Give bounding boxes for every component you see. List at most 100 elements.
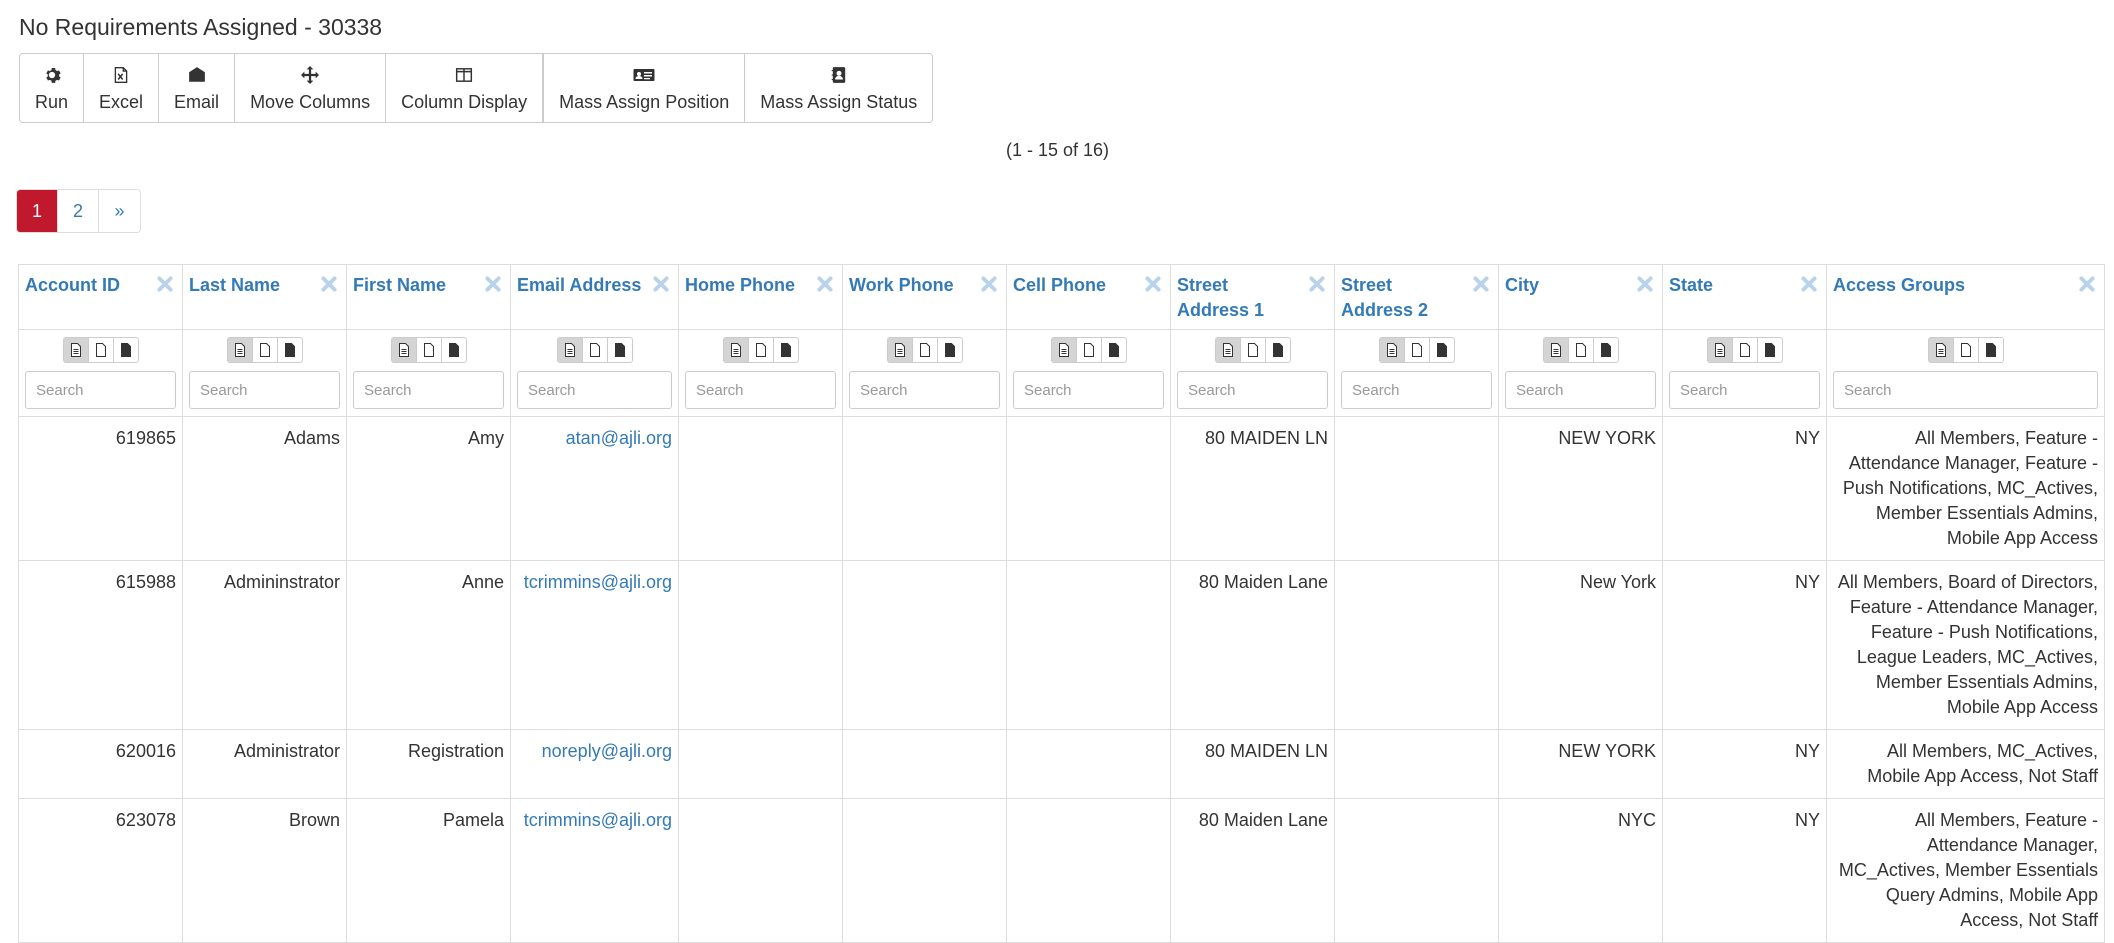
doc-filled-icon[interactable]: [1592, 337, 1619, 363]
column-header-email-address[interactable]: Email Address: [510, 264, 679, 330]
excel-button[interactable]: Excel: [84, 54, 160, 122]
search-input-access-groups[interactable]: [1833, 371, 2098, 409]
columns-icon: [455, 64, 473, 86]
doc-filled-icon[interactable]: [112, 337, 139, 363]
doc-lines-icon[interactable]: [556, 337, 583, 363]
doc-lines-icon[interactable]: [1542, 337, 1569, 363]
column-header-label[interactable]: State: [1669, 273, 1820, 298]
remove-column-icon[interactable]: [980, 275, 998, 293]
column-header-label[interactable]: Home Phone: [685, 273, 836, 298]
doc-filled-icon[interactable]: [606, 337, 633, 363]
doc-outline-icon[interactable]: [581, 337, 608, 363]
column-header-label[interactable]: Last Name: [189, 273, 340, 298]
column-header-work-phone[interactable]: Work Phone: [842, 264, 1007, 330]
doc-lines-icon[interactable]: [1214, 337, 1241, 363]
column-header-first-name[interactable]: First Name: [346, 264, 511, 330]
doc-filled-icon[interactable]: [936, 337, 963, 363]
remove-column-icon[interactable]: [1636, 275, 1654, 293]
doc-outline-icon[interactable]: [1952, 337, 1979, 363]
remove-column-icon[interactable]: [1800, 275, 1818, 293]
remove-column-icon[interactable]: [652, 275, 670, 293]
doc-filled-icon[interactable]: [276, 337, 303, 363]
column-header-label[interactable]: Work Phone: [849, 273, 1000, 298]
doc-filled-icon[interactable]: [1100, 337, 1127, 363]
search-input-email-address[interactable]: [517, 371, 672, 409]
doc-outline-icon[interactable]: [747, 337, 774, 363]
doc-lines-icon[interactable]: [1050, 337, 1077, 363]
doc-outline-icon[interactable]: [1731, 337, 1758, 363]
column-header-home-phone[interactable]: Home Phone: [678, 264, 843, 330]
doc-filled-icon[interactable]: [1756, 337, 1783, 363]
doc-filled-icon[interactable]: [1264, 337, 1291, 363]
doc-lines-icon[interactable]: [1706, 337, 1733, 363]
doc-lines-icon[interactable]: [722, 337, 749, 363]
column-header-label[interactable]: Street Address 1: [1177, 273, 1328, 323]
search-input-last-name[interactable]: [189, 371, 340, 409]
doc-lines-icon[interactable]: [1378, 337, 1405, 363]
remove-column-icon[interactable]: [2078, 275, 2096, 293]
mass-assign-position-button[interactable]: Mass Assign Position: [543, 54, 746, 122]
column-header-city[interactable]: City: [1498, 264, 1663, 330]
next-page-link[interactable]: »: [99, 190, 140, 232]
search-input-state[interactable]: [1669, 371, 1820, 409]
email-link[interactable]: noreply@ajli.org: [542, 741, 672, 761]
doc-lines-icon[interactable]: [62, 337, 89, 363]
search-input-home-phone[interactable]: [685, 371, 836, 409]
doc-lines-icon[interactable]: [886, 337, 913, 363]
doc-lines-icon[interactable]: [390, 337, 417, 363]
remove-column-icon[interactable]: [1144, 275, 1162, 293]
column-header-label[interactable]: Cell Phone: [1013, 273, 1164, 298]
column-header-label[interactable]: Street Address 2: [1341, 273, 1492, 323]
run-button[interactable]: Run: [20, 54, 85, 122]
column-header-label[interactable]: Account ID: [25, 273, 176, 298]
doc-filled-icon[interactable]: [772, 337, 799, 363]
doc-lines-icon[interactable]: [226, 337, 253, 363]
column-header-last-name[interactable]: Last Name: [182, 264, 347, 330]
doc-outline-icon[interactable]: [1567, 337, 1594, 363]
search-input-first-name[interactable]: [353, 371, 504, 409]
column-header-street-address-2[interactable]: Street Address 2: [1334, 264, 1499, 330]
doc-outline-icon[interactable]: [87, 337, 114, 363]
column-header-label[interactable]: Access Groups: [1833, 273, 2098, 298]
column-header-state[interactable]: State: [1662, 264, 1827, 330]
column-header-account-id[interactable]: Account ID: [18, 264, 183, 330]
column-display-button[interactable]: Column Display: [386, 54, 544, 122]
page-1-link[interactable]: 1: [17, 190, 58, 232]
mass-assign-status-button[interactable]: Mass Assign Status: [745, 54, 932, 122]
doc-outline-icon[interactable]: [1075, 337, 1102, 363]
search-input-account-id[interactable]: [25, 371, 176, 409]
column-header-label[interactable]: Email Address: [517, 273, 672, 298]
doc-outline-icon[interactable]: [251, 337, 278, 363]
email-label: Email: [174, 91, 220, 112]
search-input-street-address-2[interactable]: [1341, 371, 1492, 409]
doc-outline-icon[interactable]: [1403, 337, 1430, 363]
doc-lines-icon[interactable]: [1927, 337, 1954, 363]
remove-column-icon[interactable]: [816, 275, 834, 293]
page-2-link[interactable]: 2: [58, 190, 99, 232]
search-input-city[interactable]: [1505, 371, 1656, 409]
email-link[interactable]: atan@ajli.org: [566, 428, 672, 448]
email-link[interactable]: tcrimmins@ajli.org: [524, 572, 672, 592]
column-header-cell-phone[interactable]: Cell Phone: [1006, 264, 1171, 330]
remove-column-icon[interactable]: [156, 275, 174, 293]
email-link[interactable]: tcrimmins@ajli.org: [524, 810, 672, 830]
doc-outline-icon[interactable]: [911, 337, 938, 363]
remove-column-icon[interactable]: [484, 275, 502, 293]
remove-column-icon[interactable]: [1308, 275, 1326, 293]
column-header-label[interactable]: First Name: [353, 273, 504, 298]
column-header-street-address-1[interactable]: Street Address 1: [1170, 264, 1335, 330]
column-header-label[interactable]: City: [1505, 273, 1656, 298]
doc-outline-icon[interactable]: [415, 337, 442, 363]
column-header-access-groups[interactable]: Access Groups: [1826, 264, 2105, 330]
move-columns-button[interactable]: Move Columns: [235, 54, 387, 122]
doc-filled-icon[interactable]: [1977, 337, 2004, 363]
search-input-work-phone[interactable]: [849, 371, 1000, 409]
search-input-cell-phone[interactable]: [1013, 371, 1164, 409]
search-input-street-address-1[interactable]: [1177, 371, 1328, 409]
doc-filled-icon[interactable]: [1428, 337, 1455, 363]
remove-column-icon[interactable]: [320, 275, 338, 293]
remove-column-icon[interactable]: [1472, 275, 1490, 293]
doc-outline-icon[interactable]: [1239, 337, 1266, 363]
doc-filled-icon[interactable]: [440, 337, 467, 363]
email-button[interactable]: Email: [159, 54, 236, 122]
